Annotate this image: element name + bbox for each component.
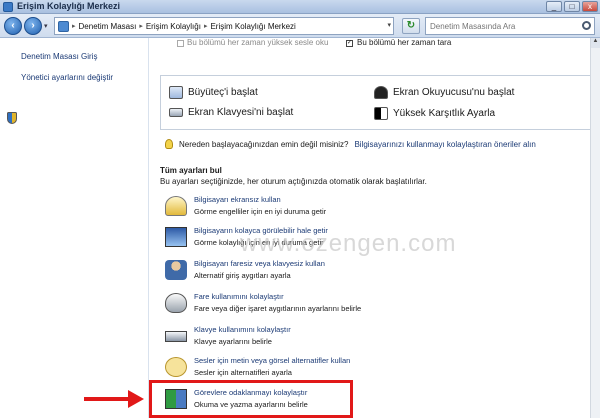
minimize-button[interactable]: _: [546, 1, 562, 12]
breadcrumb-separator[interactable]: ▸: [204, 22, 208, 30]
scan-section-label: Bu bölümü her zaman tara: [357, 38, 452, 47]
scroll-up-icon[interactable]: ▲: [591, 38, 600, 48]
set-high-contrast-label[interactable]: Yüksek Karşıtlık Ayarla: [393, 108, 495, 119]
start-magnifier-link[interactable]: Büyüteç'i başlat: [169, 86, 258, 99]
refresh-button[interactable]: ↻: [402, 18, 420, 34]
setting-description: Görme engelliler için en iyi duruma geti…: [194, 207, 327, 216]
quick-access-panel: Büyüteç'i başlat Ekran Okuyucusu'nu başl…: [160, 75, 590, 130]
magnifier-icon: [169, 86, 183, 99]
sidebar-item-control-panel-home[interactable]: Denetim Masası Giriş: [21, 52, 97, 61]
main-content: Bu bölümü her zaman yüksek sesle oku ✓ B…: [150, 38, 590, 418]
close-button[interactable]: x: [582, 1, 598, 12]
speech-bubble-icon: [165, 357, 187, 377]
window-controls: _ □ x: [546, 1, 598, 12]
set-high-contrast-link[interactable]: Yüksek Karşıtlık Ayarla: [374, 107, 495, 120]
setting-description: Sesler için alternatifleri ayarla: [194, 368, 292, 377]
setting-title[interactable]: Fare kullanımını kolaylaştır: [194, 292, 284, 301]
setting-title[interactable]: Bilgisayarı ekransız kullan: [194, 195, 281, 204]
setting-title[interactable]: Klavye kullanımını kolaylaştır: [194, 325, 291, 334]
search-box: [425, 17, 595, 35]
forward-button[interactable]: ›: [24, 17, 42, 35]
sidebar: Denetim Masası Giriş Yönetici ayarlarını…: [0, 38, 149, 418]
breadcrumb-separator[interactable]: ▸: [72, 22, 76, 30]
setting-title[interactable]: Bilgisayarı faresiz veya klavyesiz kulla…: [194, 259, 325, 268]
person-icon: [165, 260, 187, 280]
setting-mouse-easier[interactable]: Fare kullanımını kolaylaştır Fare veya d…: [165, 292, 495, 322]
setting-description: Klavye ayarlarını belirle: [194, 337, 272, 346]
red-arrow-shaft: [84, 397, 129, 401]
setting-description: Fare veya diğer işaret aygıtlarının ayar…: [194, 304, 362, 313]
breadcrumb[interactable]: ▸ Denetim Masası ▸ Erişim Kolaylığı ▸ Er…: [54, 17, 394, 35]
address-dropdown-icon[interactable]: ▾: [387, 21, 391, 29]
read-aloud-checkbox[interactable]: [177, 40, 184, 47]
window-title: Erişim Kolaylığı Merkezi: [17, 1, 121, 11]
start-magnifier-label[interactable]: Büyüteç'i başlat: [188, 87, 258, 98]
red-arrow-icon: [128, 390, 144, 408]
setting-description: Alternatif giriş aygıtları ayarla: [194, 271, 291, 280]
hint-row: Nereden başlayacağınızdan emin değil mis…: [165, 139, 536, 149]
section-description: Bu ayarları seçtiğinizde, her oturum açt…: [160, 177, 427, 186]
lightbulb-icon: [165, 139, 173, 149]
breadcrumb-separator[interactable]: ▸: [139, 22, 143, 30]
hint-question: Nereden başlayacağınızdan emin değil mis…: [179, 139, 349, 149]
read-aloud-label: Bu bölümü her zaman yüksek sesle oku: [187, 38, 329, 47]
narrator-icon: [374, 86, 388, 99]
contrast-icon: [374, 107, 388, 120]
recommendations-link[interactable]: Bilgisayarınızı kullanmayı kolaylaştıran…: [354, 140, 535, 149]
start-narrator-label[interactable]: Ekran Okuyucusu'nu başlat: [393, 87, 514, 98]
title-bar: Erişim Kolaylığı Merkezi _ □ x: [0, 0, 600, 14]
maximize-button[interactable]: □: [564, 1, 580, 12]
highlight-box: [149, 380, 353, 418]
start-narrator-link[interactable]: Ekran Okuyucusu'nu başlat: [374, 86, 514, 99]
monitor-icon: [165, 196, 187, 216]
search-input[interactable]: [426, 18, 576, 34]
scan-section-checkbox[interactable]: ✓: [346, 40, 353, 47]
breadcrumb-control-panel[interactable]: Denetim Masası: [79, 22, 137, 31]
shield-icon: [7, 112, 17, 124]
history-dropdown-icon[interactable]: ▾: [44, 22, 48, 30]
breadcrumb-ease-of-access-center[interactable]: Erişim Kolaylığı Merkezi: [210, 22, 295, 31]
vertical-scrollbar[interactable]: ▲: [590, 38, 600, 418]
accessibility-icon: [3, 2, 13, 12]
mouse-icon: [165, 293, 187, 313]
setting-without-mouse-or-keyboard[interactable]: Bilgisayarı faresiz veya klavyesiz kulla…: [165, 259, 495, 289]
start-onscreen-keyboard-link[interactable]: Ekran Klavyesi'ni başlat: [169, 107, 293, 118]
setting-use-without-display[interactable]: Bilgisayarı ekransız kullan Görme engell…: [165, 195, 495, 225]
sidebar-item-change-admin-settings[interactable]: Yönetici ayarlarını değiştir: [21, 73, 113, 82]
keyboard-icon: [165, 331, 187, 342]
screen-icon: [165, 227, 187, 247]
search-icon[interactable]: [582, 21, 591, 30]
setting-title[interactable]: Sesler için metin veya görsel alternatif…: [194, 356, 350, 365]
back-button[interactable]: ‹: [4, 17, 22, 35]
setting-keyboard-easier[interactable]: Klavye kullanımını kolaylaştır Klavye ay…: [165, 325, 495, 355]
breadcrumb-ease-of-access[interactable]: Erişim Kolaylığı: [146, 22, 201, 31]
address-bar: ‹ › ▾ ▸ Denetim Masası ▸ Erişim Kolaylığ…: [0, 14, 600, 38]
start-onscreen-keyboard-label[interactable]: Ekran Klavyesi'ni başlat: [188, 107, 293, 118]
watermark: www.ozengen.com: [240, 230, 457, 257]
control-panel-icon: [58, 20, 69, 32]
section-title: Tüm ayarları bul: [160, 166, 222, 175]
keyboard-icon: [169, 108, 183, 117]
